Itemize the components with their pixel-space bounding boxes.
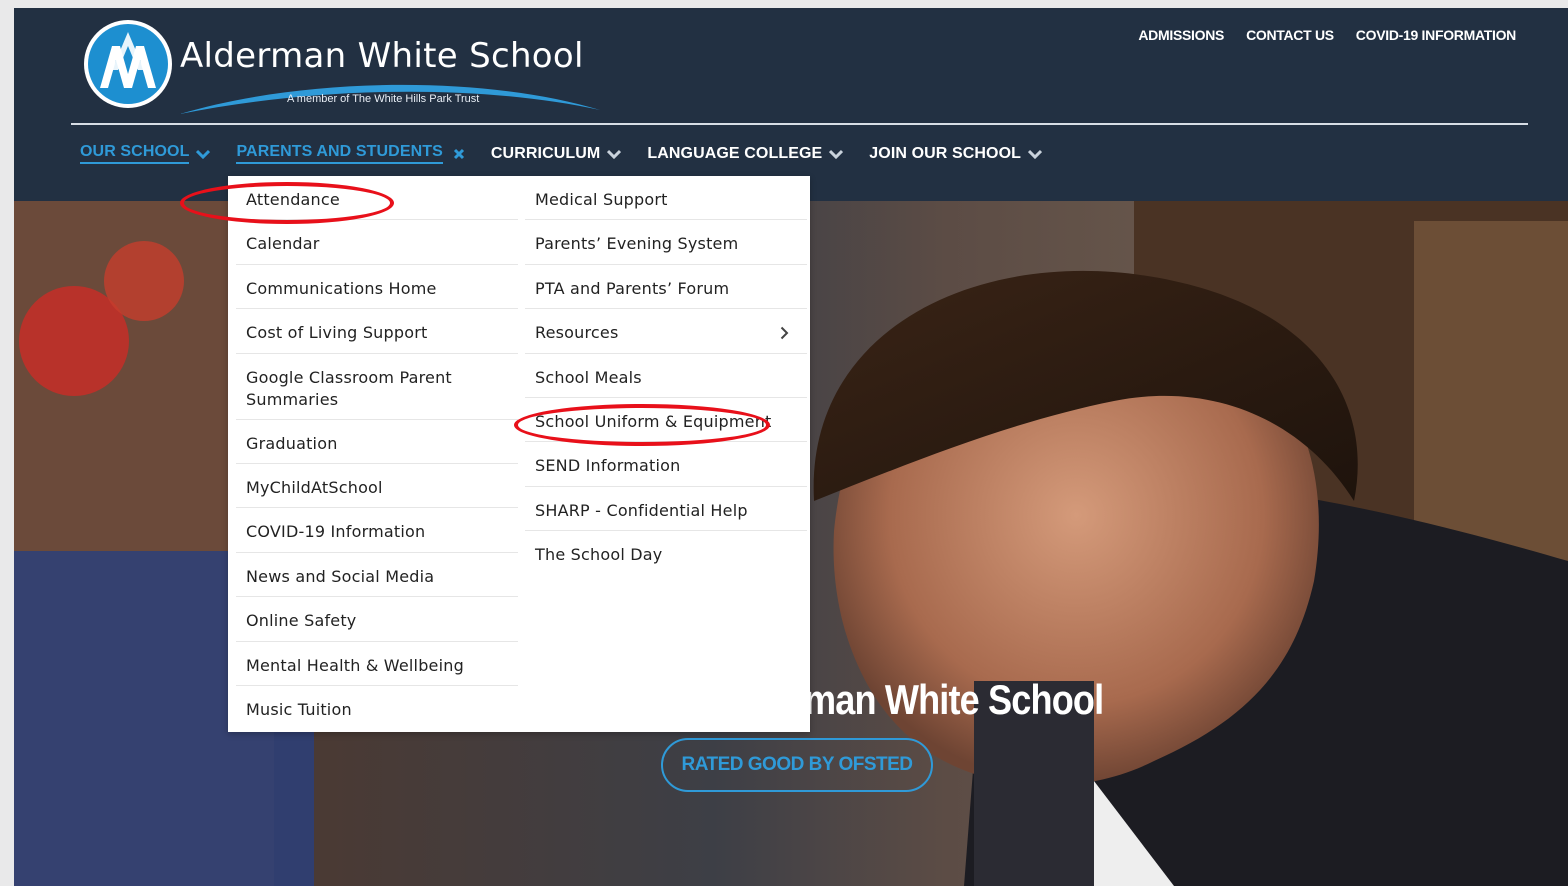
menu-item-school-uniform-equipment[interactable]: School Uniform & Equipment <box>525 398 807 443</box>
chevron-down-icon <box>196 149 211 159</box>
chevron-right-icon <box>780 326 789 340</box>
nav-join-our-school[interactable]: JOIN OUR SCHOOL <box>869 144 1043 163</box>
dropdown-right-column: Medical Support Parents’ Evening System … <box>525 176 807 576</box>
menu-item-pta-parents-forum[interactable]: PTA and Parents’ Forum <box>525 265 807 310</box>
nav-our-school[interactable]: OUR SCHOOL <box>80 143 211 164</box>
menu-item-school-meals[interactable]: School Meals <box>525 354 807 398</box>
menu-item-online-safety[interactable]: Online Safety <box>236 597 518 642</box>
parents-and-students-dropdown: Attendance Calendar Communications Home … <box>228 176 810 732</box>
menu-item-medical-support[interactable]: Medical Support <box>525 176 807 221</box>
menu-item-the-school-day[interactable]: The School Day <box>525 531 807 575</box>
page: Alderman White School A member of The Wh… <box>14 8 1568 886</box>
menu-item-google-classroom-summaries[interactable]: Google Classroom Parent Summaries <box>236 354 518 420</box>
nav-parents-and-students[interactable]: PARENTS AND STUDENTS <box>236 143 464 164</box>
hero-title: man White School <box>804 676 1104 723</box>
contact-us-link[interactable]: CONTACT US <box>1246 27 1334 43</box>
dropdown-left-column: Attendance Calendar Communications Home … <box>236 176 518 730</box>
menu-item-calendar[interactable]: Calendar <box>236 220 518 265</box>
covid-info-link[interactable]: COVID-19 INFORMATION <box>1356 27 1517 43</box>
nav-label: OUR SCHOOL <box>80 143 190 164</box>
menu-item-parents-evening-system[interactable]: Parents’ Evening System <box>525 220 807 265</box>
menu-item-attendance[interactable]: Attendance <box>236 176 518 221</box>
menu-item-resources-label: Resources <box>535 323 619 343</box>
school-crest-icon <box>84 20 172 108</box>
main-nav: OUR SCHOOL PARENTS AND STUDENTS CURRICUL… <box>80 143 1068 164</box>
nav-language-college[interactable]: LANGUAGE COLLEGE <box>647 144 844 163</box>
menu-item-covid-19-information[interactable]: COVID-19 Information <box>236 508 518 553</box>
nav-label: LANGUAGE COLLEGE <box>647 144 823 162</box>
nav-curriculum[interactable]: CURRICULUM <box>490 144 622 163</box>
menu-item-cost-of-living-support[interactable]: Cost of Living Support <box>236 309 518 354</box>
menu-item-mental-health-wellbeing[interactable]: Mental Health & Wellbeing <box>236 642 518 686</box>
admissions-link[interactable]: ADMISSIONS <box>1138 27 1224 43</box>
school-tagline: A member of The White Hills Park Trust <box>287 93 480 105</box>
chevron-down-icon <box>1028 149 1043 159</box>
menu-item-mychildatschool[interactable]: MyChildAtSchool <box>236 464 518 509</box>
ofsted-rating-button[interactable]: RATED GOOD BY OFSTED <box>661 738 933 792</box>
close-icon[interactable] <box>453 148 465 160</box>
menu-item-resources[interactable]: Resources <box>525 309 807 354</box>
nav-label: PARENTS AND STUDENTS <box>236 143 443 164</box>
utility-nav: ADMISSIONS CONTACT US COVID-19 INFORMATI… <box>1138 27 1516 43</box>
nav-label: JOIN OUR SCHOOL <box>869 144 1022 162</box>
menu-item-communications-home[interactable]: Communications Home <box>236 265 518 310</box>
chevron-down-icon <box>607 149 622 159</box>
menu-item-music-tuition[interactable]: Music Tuition <box>236 686 518 730</box>
header-divider <box>71 123 1528 125</box>
menu-item-send-information[interactable]: SEND Information <box>525 442 807 487</box>
site-header: Alderman White School A member of The Wh… <box>14 8 1568 201</box>
menu-item-sharp-confidential-help[interactable]: SHARP - Confidential Help <box>525 487 807 532</box>
menu-item-news-and-social-media[interactable]: News and Social Media <box>236 553 518 598</box>
school-logo[interactable]: Alderman White School A member of The Wh… <box>82 18 612 118</box>
chevron-down-icon <box>829 149 844 159</box>
menu-item-graduation[interactable]: Graduation <box>236 420 518 464</box>
nav-label: CURRICULUM <box>490 144 601 162</box>
